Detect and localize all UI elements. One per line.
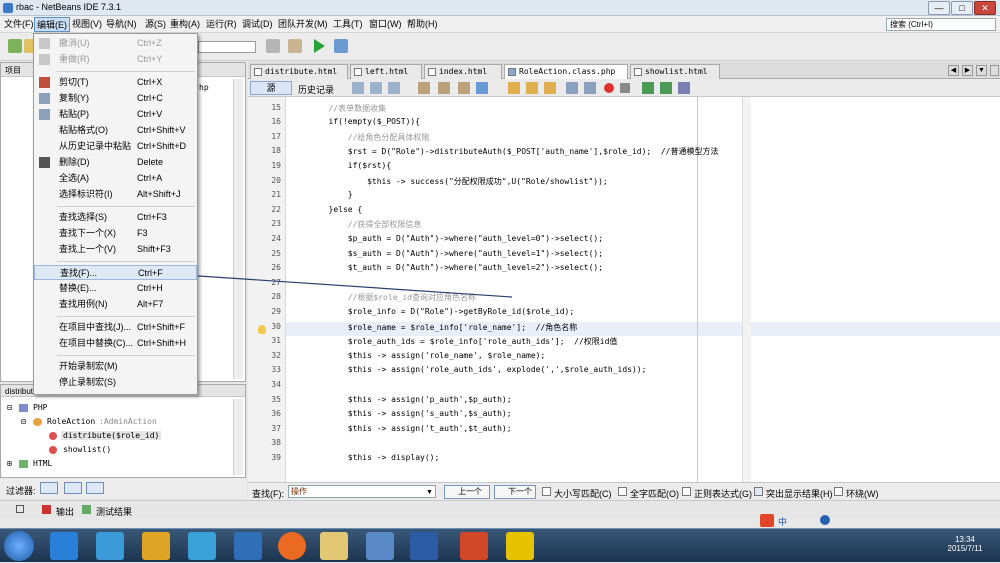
edit-menu-item[interactable]: 在项目中查找(J)... Ctrl+Shift+F [34,320,197,335]
word-icon[interactable] [410,532,438,560]
menu-item-shortcut: Ctrl+C [137,93,163,103]
menu-item-label: 从历史记录中粘贴 [59,141,132,151]
help-icon[interactable] [506,532,534,560]
edit-menu-item[interactable]: 复制(Y) Ctrl+C [34,91,197,106]
edit-menu-item[interactable]: 在项目中替换(C)... Ctrl+Shift+H [34,336,197,351]
clock-time: 13:34 [954,535,976,544]
edit-menu-item[interactable]: 剪切(T) Ctrl+X [34,75,197,90]
netbeans-taskbar-icon[interactable] [366,532,394,560]
menu-item-shortcut: Delete [137,157,164,167]
menu-item-label: 复制(Y) [59,93,89,103]
clock[interactable]: 13:34 2015/7/11 [935,529,995,563]
edit-menu-item[interactable]: 重做(R) Ctrl+Y [34,52,197,67]
menu-separator [57,71,195,72]
menu-item-label: 删除(D) [59,157,90,167]
edit-menu-item[interactable]: 查找(F)... Ctrl+F [34,265,197,280]
menu-separator [57,316,195,317]
menu-item-shortcut: F3 [137,228,148,238]
menu-item-shortcut: Ctrl+A [137,173,163,183]
menu-item-label: 查找选择(S) [59,212,107,222]
menu-item-shortcut: Ctrl+Shift+F [137,322,186,332]
paste-icon [39,109,50,120]
sogou-input-icon[interactable] [760,514,774,527]
edit-menu-item[interactable]: 撤消(U) Ctrl+Z [34,36,197,51]
edit-menu-dropdown: 撤消(U) Ctrl+Z 重做(R) Ctrl+Y 剪切(T) Ctrl+X 复制(Y) Ct… [33,33,198,395]
edit-menu-item[interactable]: 从历史记录中粘贴 Ctrl+Shift+D [34,139,197,154]
edit-menu-item[interactable]: 粘贴格式(O) Ctrl+Shift+V [34,123,197,138]
edit-menu-item[interactable]: 查找下一个(X) F3 [34,226,197,241]
edit-menu-item[interactable]: 全选(A) Ctrl+A [34,171,197,186]
menu-item-label: 粘贴(P) [59,109,89,119]
explorer-icon[interactable] [320,532,348,560]
menu-item-label: 在项目中替换(C)... [59,338,133,348]
menu-separator [57,206,195,207]
menu-item-shortcut: Ctrl+Y [137,54,163,64]
menu-item-label: 剪切(T) [59,77,89,87]
menu-item-label: 全选(A) [59,173,89,183]
menu-item-shortcut: Ctrl+Shift+D [137,141,187,151]
undo-icon [39,38,50,49]
taskbar: 13:34 2015/7/11 [0,528,1000,562]
start-button[interactable] [4,531,34,561]
menu-item-label: 停止录制宏(S) [59,377,116,387]
ime-tray: 中 [760,512,1000,528]
menu-separator [57,355,195,356]
menu-item-label: 开始录制宏(M) [59,361,118,371]
menu-item-shortcut: Ctrl+F3 [137,212,167,222]
qq-icon[interactable] [188,532,216,560]
delete-icon [39,157,50,168]
cut-icon [39,77,50,88]
menu-item-label: 查找下一个(X) [59,228,116,238]
edit-menu-item[interactable]: 查找上一个(V) Shift+F3 [34,242,197,257]
edit-menu-item[interactable]: 替换(E)... Ctrl+H [34,281,197,296]
powerpoint-icon[interactable] [460,532,488,560]
firefox-icon[interactable] [278,532,306,560]
menu-item-label: 替换(E)... [59,283,97,293]
menu-item-label: 查找(F)... [60,268,97,278]
menu-item-shortcut: Ctrl+Shift+V [137,125,186,135]
redo-icon [39,54,50,65]
menu-item-label: 粘贴格式(O) [59,125,108,135]
ime-mode: 中 [778,517,788,527]
menu-item-shortcut: Ctrl+V [137,109,163,119]
app-icon-3[interactable] [142,532,170,560]
menu-item-shortcut: Ctrl+H [137,283,163,293]
ime-settings-icon[interactable] [820,515,830,525]
menu-item-shortcut: Ctrl+Z [137,38,162,48]
menu-item-label: 查找上一个(V) [59,244,116,254]
menu-item-label: 在项目中查找(J)... [59,322,131,332]
edit-menu-item[interactable]: 查找选择(S) Ctrl+F3 [34,210,197,225]
app-icon-5[interactable] [234,532,262,560]
menu-item-label: 撤消(U) [59,38,90,48]
menu-item-shortcut: Ctrl+X [137,77,163,87]
copy-icon [39,93,50,104]
edit-menu-item[interactable]: 开始录制宏(M) [34,359,197,374]
edit-menu-item[interactable]: 粘贴(P) Ctrl+V [34,107,197,122]
menu-item-shortcut: Ctrl+Shift+H [137,338,187,348]
menu-item-label: 重做(R) [59,54,90,64]
menu-separator [57,261,195,262]
menu-item-shortcut: Shift+F3 [137,244,171,254]
menu-item-shortcut: Alt+F7 [137,299,164,309]
app-icon-2[interactable] [96,532,124,560]
menu-item-label: 选择标识符(I) [59,189,113,199]
menu-item-label: 查找用例(N) [59,299,108,309]
menu-item-shortcut: Ctrl+F [138,268,163,278]
ie-icon[interactable] [50,532,78,560]
edit-menu-item[interactable]: 选择标识符(I) Alt+Shift+J [34,187,197,202]
edit-menu-item[interactable]: 删除(D) Delete [34,155,197,170]
edit-menu-item[interactable]: 查找用例(N) Alt+F7 [34,297,197,312]
clock-date: 2015/7/11 [947,544,983,553]
menu-item-shortcut: Alt+Shift+J [137,189,181,199]
edit-menu-item[interactable]: 停止录制宏(S) [34,375,197,390]
